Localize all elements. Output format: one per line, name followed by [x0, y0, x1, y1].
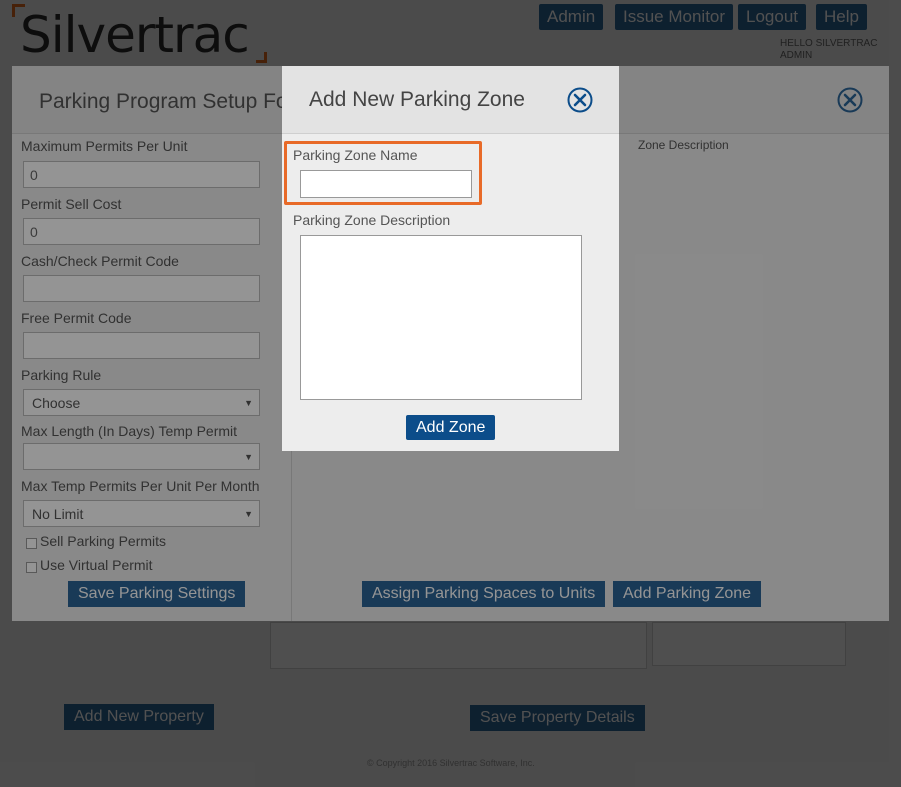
highlight-box — [284, 141, 482, 205]
free-code-label: Free Permit Code — [21, 310, 132, 326]
parking-rule-value: Choose — [32, 395, 81, 411]
zone-modal-header: Add New Parking Zone — [282, 66, 619, 134]
chevron-down-icon: ▼ — [244, 452, 253, 462]
max-temp-value: No Limit — [32, 506, 84, 522]
sell-permits-label: Sell Parking Permits — [40, 533, 167, 549]
chevron-down-icon: ▼ — [244, 398, 253, 408]
max-permits-input[interactable]: 0 — [23, 161, 260, 188]
sell-cost-label: Permit Sell Cost — [21, 196, 122, 212]
max-temp-label: Max Temp Permits Per Unit Per Month — [21, 478, 260, 494]
close-icon[interactable] — [567, 87, 593, 113]
sell-permits-checkbox[interactable] — [26, 538, 37, 549]
parking-rule-select[interactable]: Choose ▼ — [23, 389, 260, 416]
zone-description-label: Parking Zone Description — [293, 212, 451, 228]
max-permits-label: Maximum Permits Per Unit — [21, 138, 188, 154]
close-icon[interactable] — [837, 87, 863, 113]
zone-description-textarea[interactable] — [300, 235, 582, 400]
max-length-select[interactable]: ▼ — [23, 443, 260, 470]
zone-modal-title: Add New Parking Zone — [309, 88, 525, 111]
virtual-permit-label: Use Virtual Permit — [40, 557, 153, 573]
setup-modal-title: Parking Program Setup Form — [39, 90, 313, 113]
parking-rule-label: Parking Rule — [21, 367, 102, 383]
assign-parking-spaces-button[interactable]: Assign Parking Spaces to Units — [362, 581, 606, 607]
add-zone-button[interactable]: Add Zone — [406, 415, 496, 440]
free-code-input[interactable] — [23, 332, 260, 359]
add-zone-modal: Add New Parking Zone Parking Zone Name P… — [282, 66, 619, 451]
zone-description-column-header: Zone Description — [638, 138, 729, 152]
cash-code-input[interactable] — [23, 275, 260, 302]
max-length-label: Max Length (In Days) Temp Permit — [21, 423, 238, 439]
sell-cost-input[interactable]: 0 — [23, 218, 260, 245]
max-temp-select[interactable]: No Limit ▼ — [23, 500, 260, 527]
save-parking-settings-button[interactable]: Save Parking Settings — [68, 581, 246, 607]
parking-settings-form: Maximum Permits Per Unit 0 Permit Sell C… — [12, 134, 292, 621]
chevron-down-icon: ▼ — [244, 509, 253, 519]
add-parking-zone-button[interactable]: Add Parking Zone — [613, 581, 762, 607]
virtual-permit-checkbox[interactable] — [26, 562, 37, 573]
cash-code-label: Cash/Check Permit Code — [21, 253, 179, 269]
